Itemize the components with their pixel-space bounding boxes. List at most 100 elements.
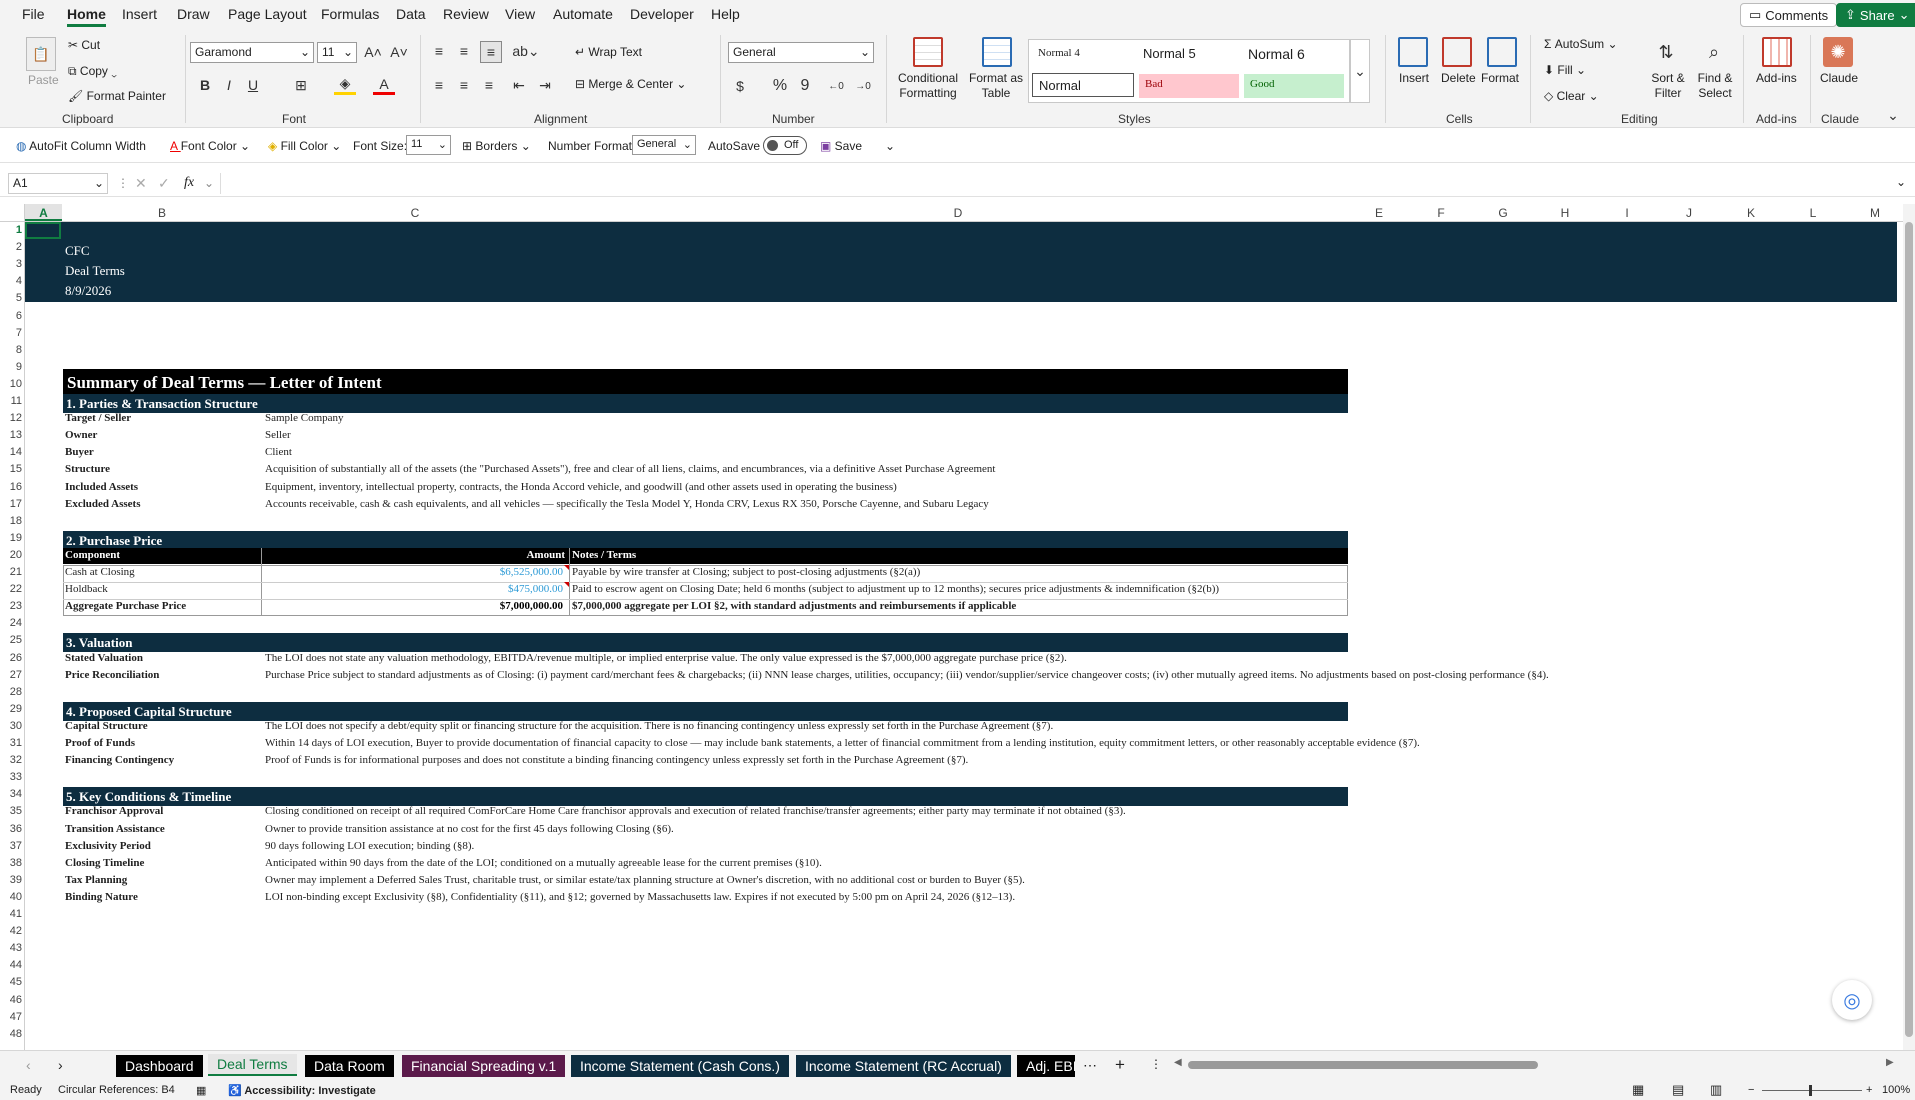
row-header[interactable]: 21 xyxy=(0,566,22,578)
paste-icon[interactable]: 📋 xyxy=(26,37,56,71)
font-size-select[interactable]: 11 ⌄ xyxy=(317,42,357,63)
row-header[interactable]: 20 xyxy=(0,549,22,561)
style-normal5[interactable]: Normal 5 xyxy=(1137,42,1237,66)
save-button[interactable]: ▣ Save xyxy=(820,139,862,153)
row-header[interactable]: 40 xyxy=(0,891,22,903)
increase-indent-icon[interactable]: ⇥ xyxy=(536,75,554,95)
row-header[interactable]: 37 xyxy=(0,840,22,852)
row-header[interactable]: 33 xyxy=(0,771,22,783)
row-header[interactable]: 17 xyxy=(0,498,22,510)
row-header[interactable]: 18 xyxy=(0,515,22,527)
align-middle-icon[interactable]: ≡ xyxy=(455,41,473,61)
qat-number-format-select[interactable]: General ⌄ xyxy=(632,135,696,155)
row-header[interactable]: 2 xyxy=(0,241,22,253)
scroll-left-icon[interactable]: ◀ xyxy=(1174,1057,1182,1068)
scroll-right-icon[interactable]: ▶ xyxy=(1886,1057,1894,1068)
sort-filter-icon[interactable]: ⇅ xyxy=(1652,37,1680,67)
active-cell-a1[interactable] xyxy=(25,222,61,239)
row-header[interactable]: 31 xyxy=(0,737,22,749)
qat-font-size-select[interactable]: 11 ⌄ xyxy=(406,135,451,155)
row-header[interactable]: 11 xyxy=(0,395,22,407)
format-cells-button[interactable]: Format xyxy=(1481,71,1519,85)
autosum-button[interactable]: Σ AutoSum ⌄ xyxy=(1544,37,1618,51)
tab-financial-spreading[interactable]: Financial Spreading v.1 xyxy=(402,1055,566,1077)
column-header-h[interactable]: H xyxy=(1534,206,1596,220)
menu-formulas[interactable]: Formulas xyxy=(321,6,379,22)
wrap-text-button[interactable]: ↵ Wrap Text xyxy=(575,45,642,59)
row-header[interactable]: 28 xyxy=(0,686,22,698)
share-button[interactable]: ⇪ Share ⌄ xyxy=(1836,3,1915,27)
menu-developer[interactable]: Developer xyxy=(630,6,694,22)
row-header[interactable]: 26 xyxy=(0,652,22,664)
delete-cells-icon[interactable] xyxy=(1442,37,1472,67)
autofit-button[interactable]: ◍ AutoFit Column Width xyxy=(16,139,146,153)
decrease-font-icon[interactable]: A˅ xyxy=(388,42,410,62)
tab-scroll-left-icon[interactable]: ‹ xyxy=(26,1057,31,1073)
fill-button[interactable]: ⬇ Fill ⌄ xyxy=(1544,63,1586,77)
menu-file[interactable]: File xyxy=(22,6,45,22)
percent-button[interactable]: % xyxy=(770,76,790,96)
orientation-icon[interactable]: ab⌄ xyxy=(512,41,540,61)
column-header-e[interactable]: E xyxy=(1348,206,1410,220)
conditional-formatting-icon[interactable] xyxy=(913,37,943,67)
claude-button[interactable]: Claude xyxy=(1820,71,1858,85)
row-header[interactable]: 44 xyxy=(0,959,22,971)
menu-automate[interactable]: Automate xyxy=(553,6,613,22)
page-break-view-icon[interactable]: ▥ xyxy=(1710,1082,1722,1098)
delete-cells-button[interactable]: Delete xyxy=(1441,71,1476,85)
zoom-slider[interactable] xyxy=(1762,1085,1862,1096)
row-header[interactable]: 30 xyxy=(0,720,22,732)
align-center-icon[interactable]: ≡ xyxy=(455,75,473,95)
zoom-level[interactable]: 100% xyxy=(1882,1084,1910,1096)
add-ins-icon[interactable] xyxy=(1762,37,1792,67)
row-header[interactable]: 8 xyxy=(0,344,22,356)
align-top-icon[interactable]: ≡ xyxy=(430,41,448,61)
find-select-icon[interactable]: ⌕ xyxy=(1700,37,1728,67)
tab-data-room[interactable]: Data Room xyxy=(305,1055,394,1077)
tab-options-icon[interactable]: ⋮ xyxy=(1150,1057,1162,1071)
formula-input[interactable] xyxy=(220,173,1910,194)
column-header-j[interactable]: J xyxy=(1658,206,1720,220)
name-box[interactable]: A1 ⌄ xyxy=(8,173,108,194)
decrease-indent-icon[interactable]: ⇤ xyxy=(510,75,528,95)
row-header[interactable]: 12 xyxy=(0,412,22,424)
tab-adj-ebitda[interactable]: Adj. EBI xyxy=(1017,1055,1075,1077)
more-tabs-icon[interactable]: ⋯ xyxy=(1083,1057,1097,1074)
menu-data[interactable]: Data xyxy=(396,6,426,22)
number-format-select[interactable]: General ⌄ xyxy=(728,42,874,63)
normal-view-icon[interactable]: ▦ xyxy=(1632,1082,1644,1098)
menu-draw[interactable]: Draw xyxy=(177,6,210,22)
row-header[interactable]: 27 xyxy=(0,669,22,681)
insert-cells-icon[interactable] xyxy=(1398,37,1428,67)
add-ins-button[interactable]: Add-ins xyxy=(1756,71,1797,85)
italic-button[interactable]: I xyxy=(220,75,238,95)
row-header[interactable]: 47 xyxy=(0,1011,22,1023)
row-header[interactable]: 4 xyxy=(0,275,22,287)
row-header[interactable]: 36 xyxy=(0,823,22,835)
align-right-icon[interactable]: ≡ xyxy=(480,75,498,95)
underline-button[interactable]: U xyxy=(244,75,262,95)
row-header[interactable]: 13 xyxy=(0,429,22,441)
row-header[interactable]: 38 xyxy=(0,857,22,869)
customize-qat-icon[interactable]: ⌄ xyxy=(885,139,895,153)
menu-view[interactable]: View xyxy=(505,6,535,22)
tab-income-statement-cash[interactable]: Income Statement (Cash Cons.) xyxy=(571,1055,789,1077)
row-header[interactable]: 16 xyxy=(0,481,22,493)
row-header[interactable]: 10 xyxy=(0,378,22,390)
autosave-toggle[interactable]: Off xyxy=(763,136,807,155)
column-header-c[interactable]: C xyxy=(262,206,568,220)
comments-button[interactable]: ▭ Comments xyxy=(1740,3,1838,27)
select-all-corner[interactable] xyxy=(0,204,25,222)
add-sheet-icon[interactable]: + xyxy=(1115,1055,1125,1075)
column-header-l[interactable]: L xyxy=(1782,206,1844,220)
styles-more-icon[interactable]: ⌄ xyxy=(1350,39,1370,103)
style-good[interactable]: Good xyxy=(1244,74,1344,98)
menu-home[interactable]: Home xyxy=(67,6,106,27)
row-header[interactable]: 24 xyxy=(0,617,22,629)
menu-insert[interactable]: Insert xyxy=(122,6,157,22)
bold-button[interactable]: B xyxy=(196,75,214,95)
align-left-icon[interactable]: ≡ xyxy=(430,75,448,95)
tab-scroll-right-icon[interactable]: › xyxy=(58,1057,63,1073)
status-circular[interactable]: Circular References: B4 xyxy=(58,1084,175,1096)
column-header-f[interactable]: F xyxy=(1410,206,1472,220)
